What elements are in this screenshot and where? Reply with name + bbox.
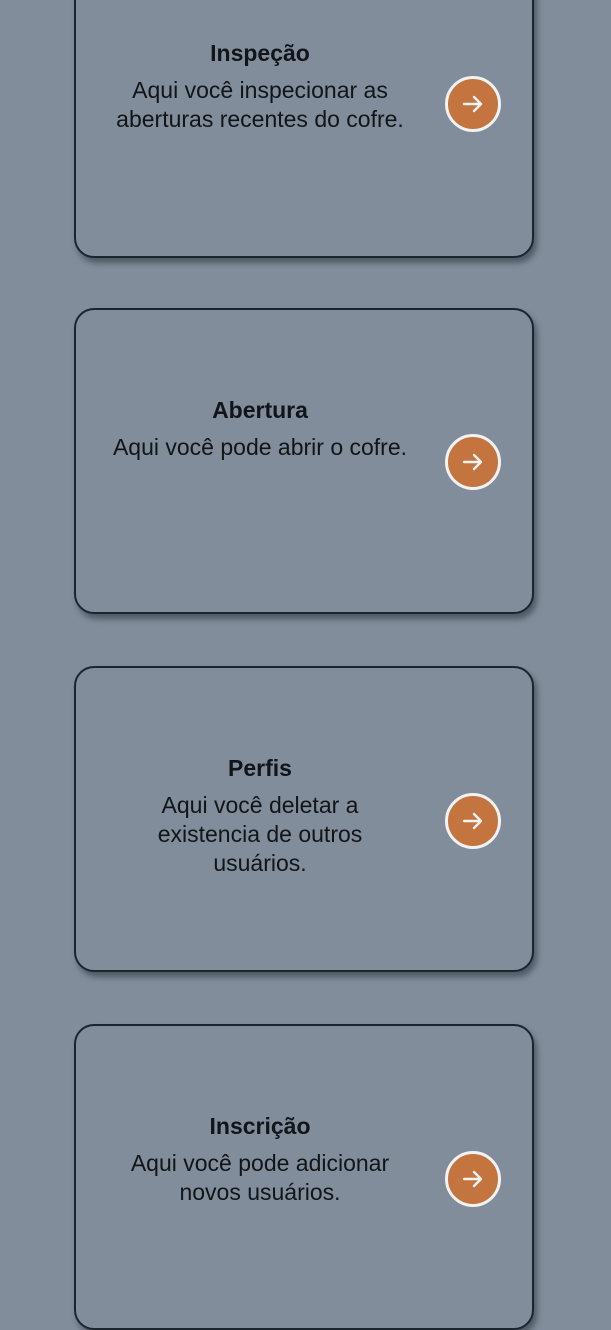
card-perfis: Perfis Aqui você deletar a existencia de… <box>74 666 534 972</box>
card-text-perfis: Perfis Aqui você deletar a existencia de… <box>112 753 408 878</box>
card-abertura: Abertura Aqui você pode abrir o cofre. <box>74 308 534 614</box>
arrow-right-icon <box>462 1170 483 1188</box>
card-inspecao: Inspeção Aqui você inspecionar as abertu… <box>74 0 534 258</box>
card-title: Inspeção <box>210 40 310 66</box>
card-title: Perfis <box>228 755 292 781</box>
card-description: Aqui você pode abrir o cofre. <box>112 434 408 460</box>
open-abertura-button[interactable] <box>445 434 501 490</box>
arrow-right-icon <box>462 812 483 830</box>
card-text-inscricao: Inscrição Aqui você pode adicionar novos… <box>112 1111 408 1207</box>
card-title: Abertura <box>212 397 308 423</box>
open-inscricao-button[interactable] <box>445 1151 501 1207</box>
card-description: Aqui você pode adicionar novos usuários. <box>130 1150 390 1205</box>
card-text-abertura: Abertura Aqui você pode abrir o cofre. <box>112 395 408 462</box>
open-perfis-button[interactable] <box>445 793 501 849</box>
card-description: Aqui você inspecionar as aberturas recen… <box>116 77 404 132</box>
card-title: Inscrição <box>209 1113 311 1139</box>
card-description: Aqui você deletar a existencia de outros… <box>157 792 363 876</box>
arrow-right-icon <box>462 453 483 471</box>
open-inspecao-button[interactable] <box>445 76 501 132</box>
card-text-inspecao: Inspeção Aqui você inspecionar as abertu… <box>112 38 408 134</box>
card-inscricao: Inscrição Aqui você pode adicionar novos… <box>74 1024 534 1330</box>
arrow-right-icon <box>462 95 483 113</box>
